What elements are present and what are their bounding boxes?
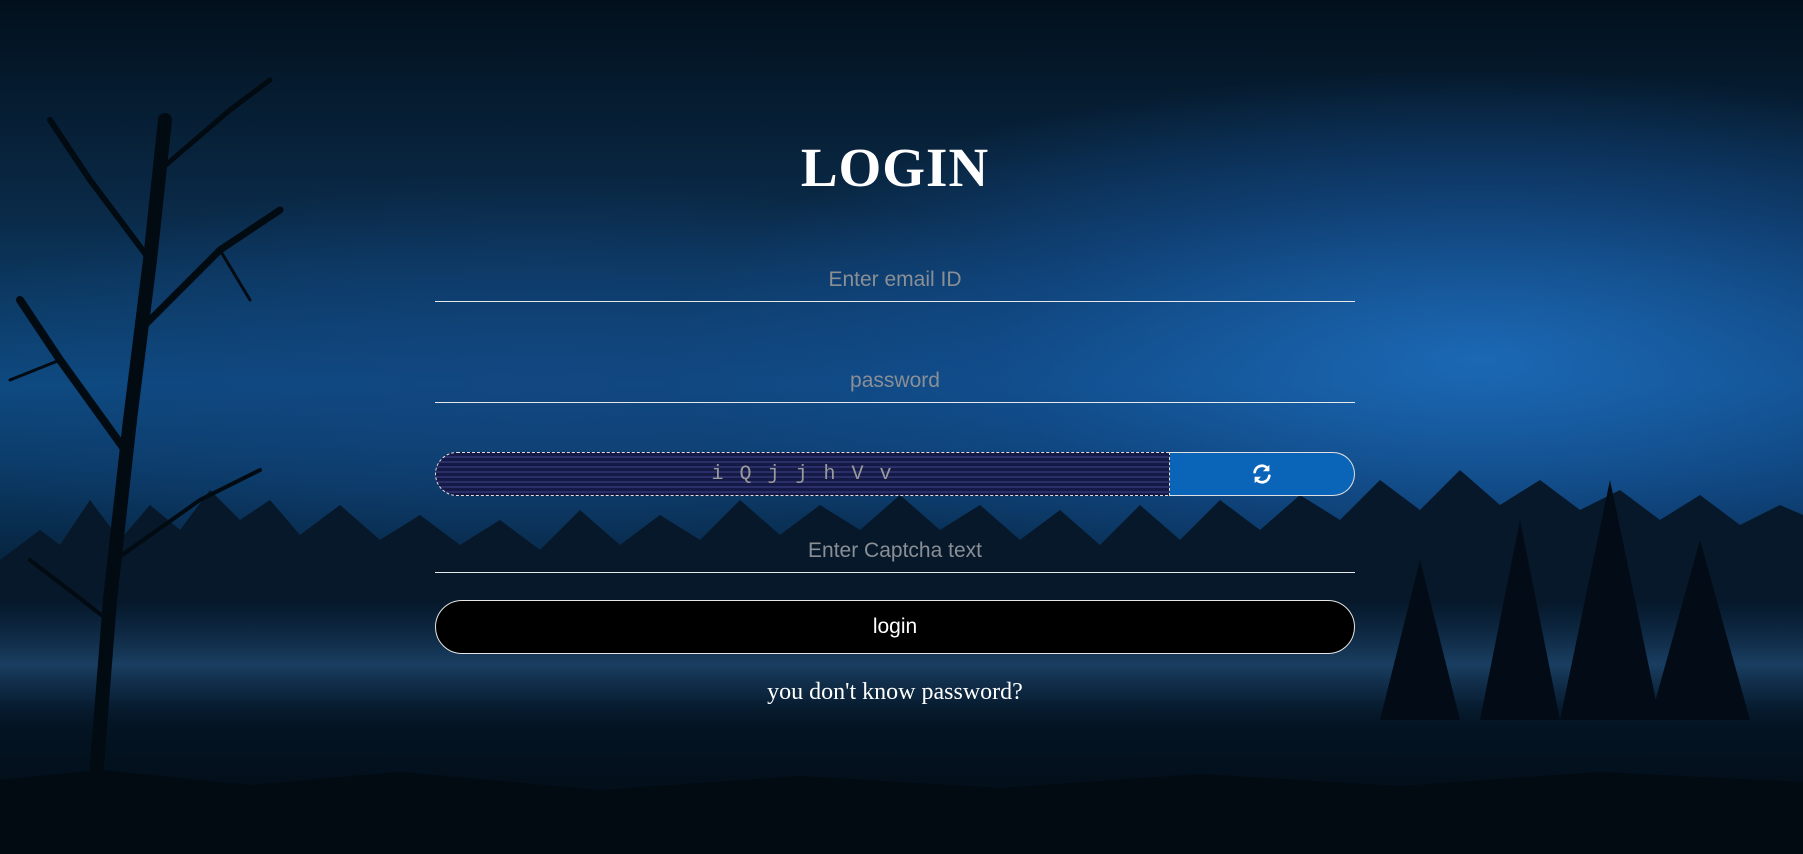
refresh-icon	[1253, 464, 1271, 484]
forgot-password-link[interactable]: you don't know password?	[0, 679, 1790, 706]
refresh-captcha-button[interactable]	[1170, 452, 1355, 496]
email-field[interactable]	[435, 258, 1355, 302]
forest-background	[0, 77, 1803, 854]
password-field[interactable]	[435, 359, 1355, 403]
captcha-row: i Q j j h V v	[435, 452, 1355, 496]
captcha-input[interactable]	[435, 529, 1355, 573]
page-title: LOGIN	[800, 137, 990, 198]
captcha-text: i Q j j h V v	[711, 462, 894, 486]
captcha-image: i Q j j h V v	[435, 452, 1170, 496]
login-button[interactable]: login	[435, 600, 1355, 654]
